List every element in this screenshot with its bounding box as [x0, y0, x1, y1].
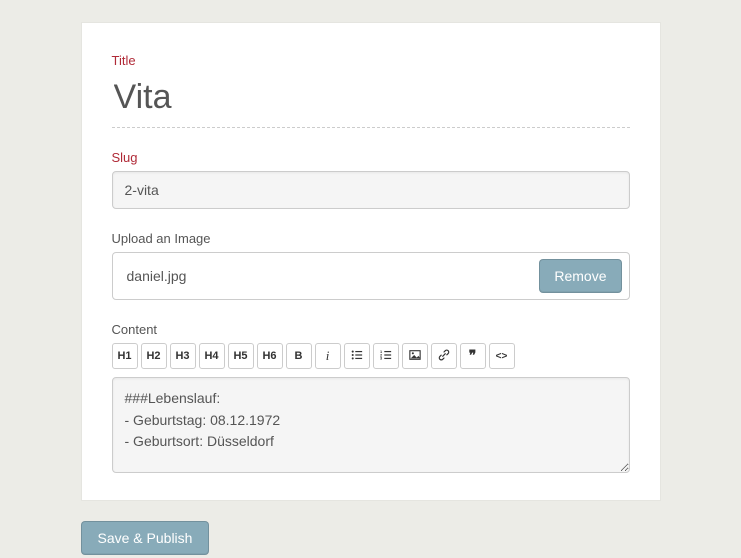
footer: Save & Publish [81, 521, 661, 555]
link-icon [438, 349, 450, 364]
upload-label: Upload an Image [112, 231, 630, 246]
svg-text:3: 3 [380, 356, 382, 360]
italic-button[interactable]: i [315, 343, 341, 369]
h6-button[interactable]: H6 [257, 343, 283, 369]
image-button[interactable] [402, 343, 428, 369]
h5-button[interactable]: H5 [228, 343, 254, 369]
slug-label: Slug [112, 150, 630, 165]
quote-button[interactable]: ❞ [460, 343, 486, 369]
title-group: Title [112, 53, 630, 128]
image-icon [409, 349, 421, 364]
bold-button[interactable]: B [286, 343, 312, 369]
h2-button[interactable]: H2 [141, 343, 167, 369]
title-input[interactable] [112, 74, 630, 128]
editor-toolbar: H1 H2 H3 H4 H5 H6 B i 123 [112, 343, 630, 369]
editor-panel: Title Slug Upload an Image daniel.jpg Re… [81, 22, 661, 501]
content-textarea[interactable] [112, 377, 630, 473]
remove-button[interactable]: Remove [539, 259, 621, 293]
slug-group: Slug [112, 150, 630, 209]
content-group: Content H1 H2 H3 H4 H5 H6 B i 123 [112, 322, 630, 476]
save-publish-button[interactable]: Save & Publish [81, 521, 210, 555]
h3-button[interactable]: H3 [170, 343, 196, 369]
h1-button[interactable]: H1 [112, 343, 138, 369]
link-button[interactable] [431, 343, 457, 369]
slug-input[interactable] [112, 171, 630, 209]
ordered-list-button[interactable]: 123 [373, 343, 399, 369]
upload-row: daniel.jpg Remove [112, 252, 630, 300]
unordered-list-button[interactable] [344, 343, 370, 369]
upload-filename: daniel.jpg [127, 268, 540, 284]
title-label: Title [112, 53, 630, 68]
code-button[interactable]: <> [489, 343, 515, 369]
h4-button[interactable]: H4 [199, 343, 225, 369]
list-ol-icon: 123 [380, 349, 392, 364]
upload-group: Upload an Image daniel.jpg Remove [112, 231, 630, 300]
list-ul-icon [351, 349, 363, 364]
content-label: Content [112, 322, 630, 337]
